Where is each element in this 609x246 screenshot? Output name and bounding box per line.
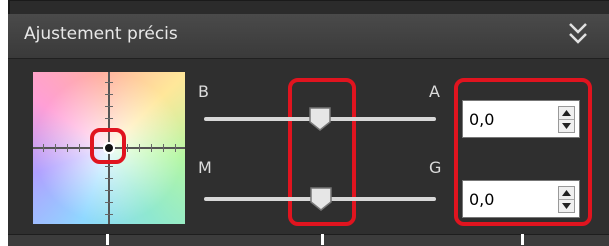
callout-line xyxy=(521,234,524,245)
axis-tick xyxy=(105,106,113,107)
callout-line xyxy=(321,234,324,245)
mg-value-input[interactable] xyxy=(469,187,545,211)
axis-tick xyxy=(105,214,113,215)
ba-spinner[interactable] xyxy=(558,106,575,133)
spin-down-icon[interactable] xyxy=(559,120,574,132)
axis-tick xyxy=(105,94,113,95)
slider-thumb-mg[interactable] xyxy=(309,186,333,212)
ba-value-field[interactable] xyxy=(462,100,580,138)
spin-up-icon[interactable] xyxy=(559,187,574,200)
panel-title: Ajustement précis xyxy=(24,24,178,44)
slider-label-g: G xyxy=(429,158,442,177)
mg-value-field[interactable] xyxy=(462,180,580,218)
mg-spinner[interactable] xyxy=(558,186,575,213)
axis-tick xyxy=(43,144,44,152)
axis-tick xyxy=(79,144,80,152)
panel-header[interactable]: Ajustement précis xyxy=(8,14,609,59)
spin-down-icon[interactable] xyxy=(559,200,574,212)
axis-tick xyxy=(105,190,113,191)
axis-tick xyxy=(127,144,128,152)
slider-label-m: M xyxy=(198,158,212,177)
axis-tick xyxy=(105,82,113,83)
spin-up-icon[interactable] xyxy=(559,107,574,120)
slider-thumb-ba[interactable] xyxy=(308,106,332,132)
axis-tick xyxy=(151,144,152,152)
axis-tick xyxy=(67,144,68,152)
slider-label-b: B xyxy=(198,82,209,101)
callout-line xyxy=(106,234,109,245)
ba-value-input[interactable] xyxy=(469,107,545,131)
axis-tick xyxy=(175,144,176,152)
collapse-chevron-icon[interactable] xyxy=(567,20,589,48)
panel-bottom-strip xyxy=(8,234,609,246)
slider-label-a: A xyxy=(429,82,440,101)
axis-tick xyxy=(105,178,113,179)
axis-tick xyxy=(55,144,56,152)
axis-tick xyxy=(105,202,113,203)
axis-tick xyxy=(105,166,113,167)
axis-tick xyxy=(105,118,113,119)
axis-tick xyxy=(163,144,164,152)
axis-tick xyxy=(139,144,140,152)
highlight-grid-handle xyxy=(90,128,126,164)
